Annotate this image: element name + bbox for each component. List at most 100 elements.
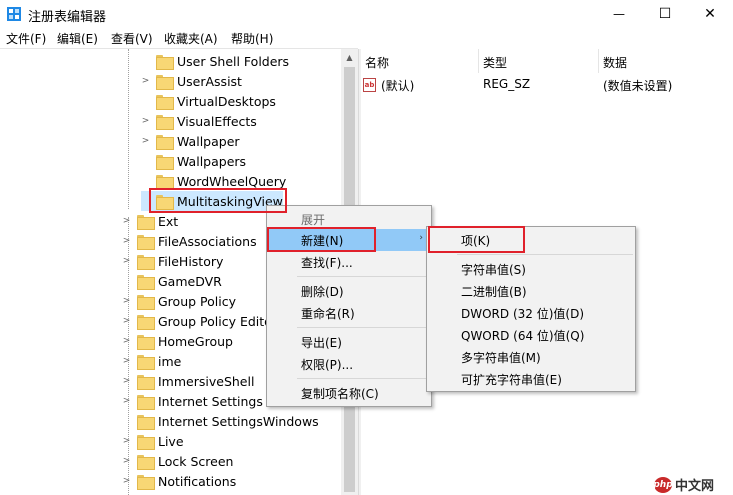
value-data: (数值未设置)	[603, 79, 673, 93]
expand-chevron-icon[interactable]: >	[122, 476, 131, 486]
expand-chevron-icon[interactable]: >	[122, 456, 131, 466]
value-row[interactable]: ab (默认) REG_SZ (数值未设置)	[361, 75, 733, 95]
tree-item[interactable]: > Live	[122, 431, 184, 451]
context-menu: 展开 新建(N) › 查找(F)... 删除(D) 重命名(R) 导出(E) 权限…	[266, 205, 432, 407]
submenu-item-qword-value[interactable]: QWORD (64 位)值(Q)	[429, 324, 633, 346]
submenu-item-multi-string-value[interactable]: 多字符串值(M)	[429, 346, 633, 368]
title-bar: 注册表编辑器 — ☐ ✕	[0, 0, 733, 28]
folder-icon	[156, 174, 174, 190]
menu-favorites[interactable]: 收藏夹(A)	[164, 30, 218, 47]
tree-item[interactable]: > Ext	[122, 211, 178, 231]
close-icon: ✕	[704, 6, 716, 22]
menu-item-new[interactable]: 新建(N) ›	[269, 229, 429, 251]
tree-item[interactable]: > ime	[122, 351, 181, 371]
tree-item[interactable]: WordWheelQuery	[141, 171, 286, 191]
menu-item-permissions[interactable]: 权限(P)...	[269, 353, 429, 375]
menu-edit[interactable]: 编辑(E)	[57, 30, 98, 47]
folder-icon	[156, 154, 174, 170]
tree-item[interactable]: > Wallpaper	[141, 131, 240, 151]
expand-chevron-icon[interactable]: >	[122, 316, 131, 326]
submenu-arrow-icon: ›	[419, 233, 423, 243]
tree-item[interactable]: > UserAssist	[141, 71, 242, 91]
menu-item-copy-key-name[interactable]: 复制项名称(C)	[269, 382, 429, 404]
maximize-icon: ☐	[658, 6, 672, 22]
watermark-text: 中文网	[675, 479, 715, 494]
menu-file[interactable]: 文件(F)	[6, 30, 46, 47]
tree-item[interactable]: > VisualEffects	[141, 111, 257, 131]
submenu-item-key[interactable]: 项(K)	[429, 229, 633, 251]
expand-chevron-icon[interactable]: >	[122, 436, 131, 446]
tree-item[interactable]: > Lock Screen	[122, 451, 233, 471]
expand-chevron-icon[interactable]: >	[122, 236, 131, 246]
php-logo: php	[653, 476, 673, 493]
expand-chevron-icon[interactable]: >	[122, 256, 131, 266]
expand-chevron-icon[interactable]: >	[141, 136, 150, 146]
tree-item[interactable]: > Group Policy	[122, 291, 236, 311]
new-submenu: 项(K) 字符串值(S) 二进制值(B) DWORD (32 位)值(D) QW…	[426, 226, 636, 392]
folder-icon	[137, 414, 155, 430]
submenu-item-dword-value[interactable]: DWORD (32 位)值(D)	[429, 302, 633, 324]
tree-item[interactable]: > Notifications	[122, 471, 236, 491]
folder-icon	[137, 214, 155, 230]
folder-icon	[137, 314, 155, 330]
expand-chevron-icon[interactable]: >	[122, 376, 131, 386]
menu-separator	[297, 327, 429, 328]
tree-item[interactable]: Wallpapers	[141, 151, 246, 171]
folder-icon	[156, 194, 174, 210]
tree-item[interactable]: > FileHistory	[122, 251, 223, 271]
close-button[interactable]: ✕	[687, 0, 733, 28]
scroll-up-arrow-icon[interactable]: ▲	[341, 49, 358, 66]
expand-chevron-icon[interactable]: >	[141, 116, 150, 126]
menu-help[interactable]: 帮助(H)	[231, 30, 273, 47]
menu-item-expand[interactable]: 展开	[269, 208, 429, 230]
menu-item-export[interactable]: 导出(E)	[269, 331, 429, 353]
submenu-item-expandable-string-value[interactable]: 可扩充字符串值(E)	[429, 368, 633, 390]
expand-chevron-icon[interactable]: >	[122, 216, 131, 226]
menu-item-find[interactable]: 查找(F)...	[269, 251, 429, 273]
submenu-item-string-value[interactable]: 字符串值(S)	[429, 258, 633, 280]
folder-icon	[156, 114, 174, 130]
tree-item[interactable]: Internet SettingsWindows	[122, 411, 319, 431]
submenu-item-binary-value[interactable]: 二进制值(B)	[429, 280, 633, 302]
folder-icon	[137, 254, 155, 270]
column-header-type[interactable]: 类型	[479, 49, 599, 73]
column-header-data[interactable]: 数据	[599, 49, 733, 73]
folder-icon	[156, 74, 174, 90]
maximize-button[interactable]: ☐	[642, 0, 688, 28]
menu-separator	[297, 378, 429, 379]
menu-item-rename[interactable]: 重命名(R)	[269, 302, 429, 324]
tree-item[interactable]: > Group Policy Editor	[122, 311, 277, 331]
string-value-icon: ab	[363, 78, 376, 92]
folder-icon	[137, 234, 155, 250]
tree-item-selected[interactable]: MultitaskingView	[141, 191, 283, 211]
folder-icon	[137, 434, 155, 450]
folder-icon	[137, 394, 155, 410]
site-watermark: php 中文网	[653, 475, 715, 494]
tree-item[interactable]: VirtualDesktops	[141, 91, 276, 111]
tree-item[interactable]: GameDVR	[122, 271, 222, 291]
menu-bar: 文件(F) 编辑(E) 查看(V) 收藏夹(A) 帮助(H)	[0, 28, 733, 48]
column-header-name[interactable]: 名称	[361, 49, 479, 73]
tree-item[interactable]: User Shell Folders	[141, 51, 289, 71]
regedit-app-icon	[7, 7, 21, 21]
tree-item[interactable]: > Internet Settings	[122, 391, 263, 411]
window-title: 注册表编辑器	[28, 10, 107, 25]
folder-icon	[137, 274, 155, 290]
menu-item-delete[interactable]: 删除(D)	[269, 280, 429, 302]
tree-item[interactable]: > HomeGroup	[122, 331, 233, 351]
expand-chevron-icon[interactable]: >	[141, 76, 150, 86]
minimize-icon: —	[613, 7, 625, 21]
folder-icon	[137, 474, 155, 490]
minimize-button[interactable]: —	[596, 0, 642, 28]
folder-icon	[137, 334, 155, 350]
tree-item[interactable]: > ImmersiveShell	[122, 371, 254, 391]
folder-icon	[156, 54, 174, 70]
tree-item[interactable]: > FileAssociations	[122, 231, 257, 251]
expand-chevron-icon[interactable]: >	[122, 336, 131, 346]
menu-separator	[457, 254, 633, 255]
menu-view[interactable]: 查看(V)	[111, 30, 153, 47]
expand-chevron-icon[interactable]: >	[122, 356, 131, 366]
value-type: REG_SZ	[483, 77, 531, 91]
expand-chevron-icon[interactable]: >	[122, 396, 131, 406]
expand-chevron-icon[interactable]: >	[122, 296, 131, 306]
